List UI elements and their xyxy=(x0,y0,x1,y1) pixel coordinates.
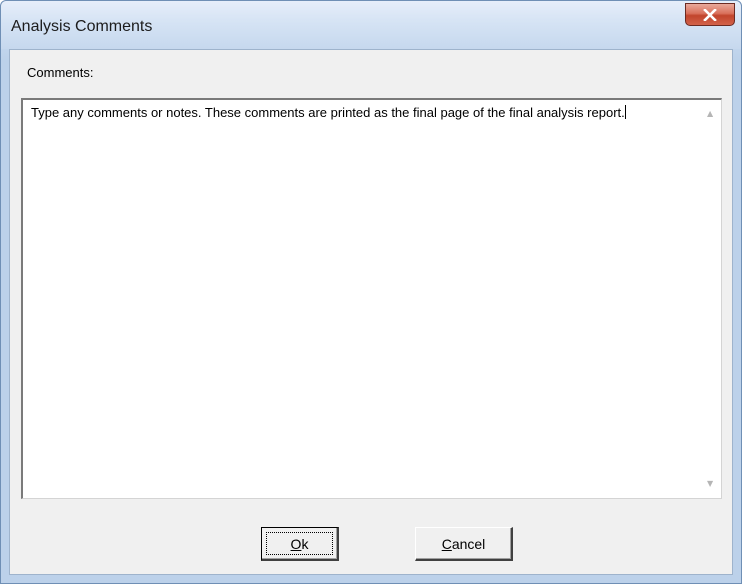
ok-button[interactable]: Ok xyxy=(261,527,339,561)
close-icon xyxy=(703,8,717,21)
comments-text-value: Type any comments or notes. These commen… xyxy=(31,105,625,120)
comments-textarea[interactable]: Type any comments or notes. These commen… xyxy=(21,98,722,499)
comments-text[interactable]: Type any comments or notes. These commen… xyxy=(31,104,696,121)
scroll-down-arrow-icon[interactable]: ▼ xyxy=(707,480,713,488)
scroll-up-arrow-icon[interactable]: ▲ xyxy=(707,110,713,118)
title-bar[interactable]: Analysis Comments xyxy=(1,1,741,49)
comments-label: Comments: xyxy=(27,65,94,80)
text-caret xyxy=(624,105,626,119)
cancel-button[interactable]: Cancel xyxy=(415,527,513,561)
vertical-scrollbar[interactable]: ▲ ▼ xyxy=(701,100,721,498)
close-button[interactable] xyxy=(685,3,735,26)
window-title: Analysis Comments xyxy=(11,18,153,35)
cancel-button-label: Cancel xyxy=(441,535,486,552)
analysis-comments-dialog: Analysis Comments Comments: Type any com… xyxy=(0,0,742,584)
focus-rectangle xyxy=(266,532,333,555)
